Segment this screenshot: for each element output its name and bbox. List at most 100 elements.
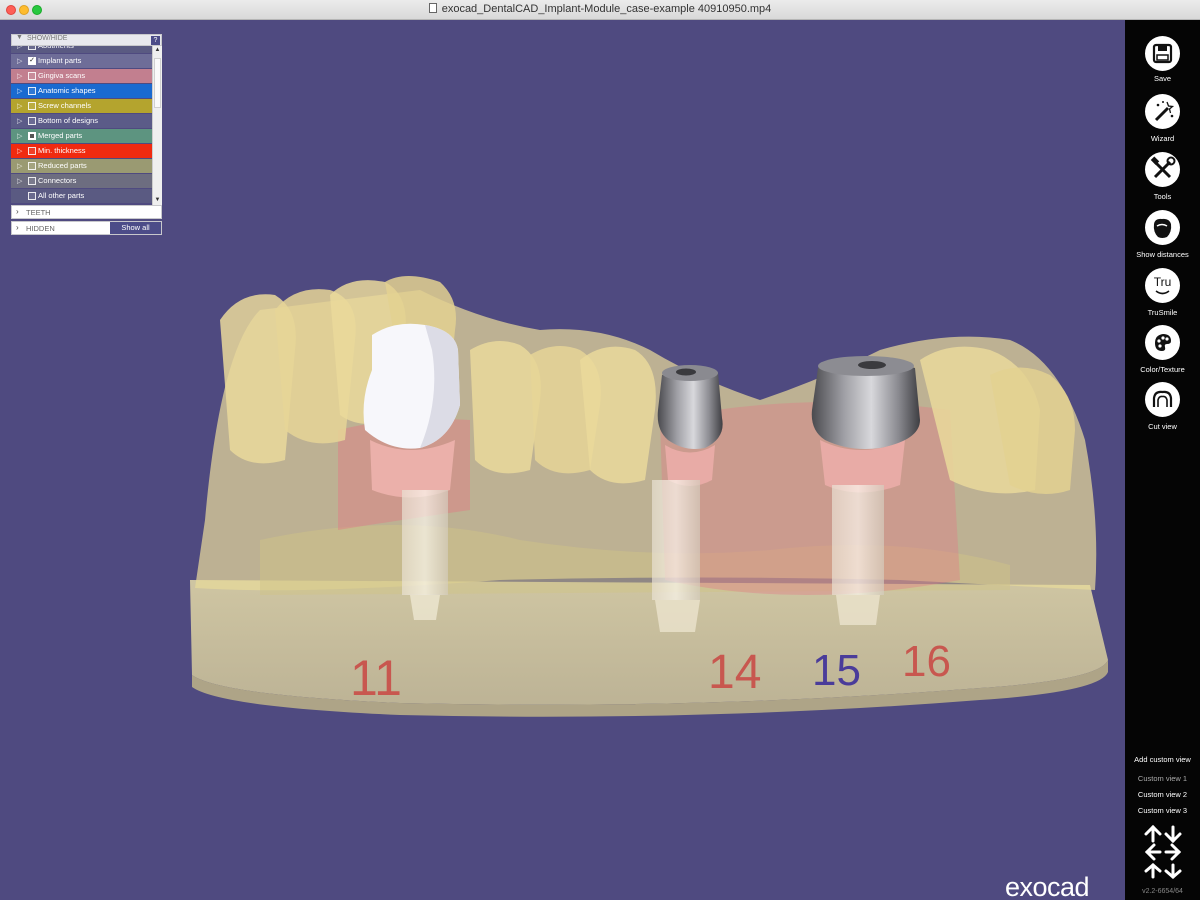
model-base [190,580,1108,705]
show-hide-row-label: Connectors [38,176,77,185]
tilt-down-icon[interactable] [1164,863,1182,879]
show-distances-icon[interactable] [1145,210,1180,245]
panel-scrollbar[interactable]: ▲ ▼ [152,46,162,205]
visibility-checkbox[interactable] [28,192,36,200]
show-hide-row[interactable]: ▷ Gingiva scans [11,69,152,83]
trusmile-icon[interactable]: Tru [1145,268,1180,303]
visibility-checkbox[interactable] [28,162,36,170]
show-hide-row[interactable]: ▷ Bottom of designs [11,114,152,128]
hidden-section-label: HIDDEN [26,224,55,233]
show-hide-row[interactable]: ▷ Reduced parts [11,159,152,173]
expand-arrow-icon[interactable]: ▷ [17,102,22,110]
visibility-checkbox[interactable] [28,72,36,80]
scroll-thumb[interactable] [154,58,161,108]
implant-post-15 [832,485,884,595]
abutment-14-screw-hole [676,368,696,376]
save-label: Save [1153,74,1172,83]
show-hide-row-label: Bottom of designs [38,116,99,125]
scroll-down-icon[interactable]: ▼ [153,196,162,205]
show-hide-row[interactable]: ▷ Connectors [11,174,152,188]
window-title-wrap: exocad_DentalCAD_Implant-Module_case-exa… [0,3,1200,15]
tooth-number-15: 15 [812,646,861,695]
color-texture-label: Color/Texture [1140,365,1185,374]
visibility-checkbox[interactable] [28,102,36,110]
wizard-label: Wizard [1150,134,1175,143]
tools-label: Tools [1153,192,1172,201]
show-hide-row[interactable]: ▷ Anatomic shapes [11,84,152,98]
trusmile-tool[interactable]: Tru TruSmile [1125,268,1200,318]
expand-arrow-icon[interactable]: ▷ [17,162,22,170]
dental-model-scene[interactable]: 11 14 15 16 [0,20,1125,900]
right-toolbar: Save Wizard Tools Show distances Tru Tru… [1125,20,1200,900]
tools-icon[interactable] [1145,152,1180,187]
teeth-section[interactable]: › TEETH [11,205,162,219]
color-texture-tool[interactable]: Color/Texture [1125,325,1200,375]
rotate-up-icon[interactable] [1144,824,1162,843]
show-hide-row[interactable]: ▷ Min. thickness [11,144,152,158]
tools-tool[interactable]: Tools [1125,152,1200,202]
hidden-section[interactable]: › HIDDEN Show all [11,221,162,235]
show-hide-row[interactable]: ▷ Merged parts [11,129,152,143]
custom-view-1-button[interactable]: Custom view 1 [1125,774,1200,783]
show-hide-header[interactable]: ▼ SHOW/HIDE ? [11,34,162,46]
view-navigation-arrows[interactable] [1143,823,1183,881]
visibility-checkbox[interactable] [28,87,36,95]
help-button[interactable]: ? [151,36,160,45]
custom-view-3-button[interactable]: Custom view 3 [1125,806,1200,815]
3d-viewport[interactable]: 11 14 15 16 exocad ▷Abutments▷✓Implant p… [0,20,1125,900]
show-hide-row-label: Screw channels [38,101,91,110]
visibility-checkbox[interactable]: ✓ [28,57,36,65]
implant-thread-14 [655,600,700,632]
show-hide-panel: ▷Abutments▷✓Implant parts▷Gingiva scans▷… [11,34,162,235]
tooth-mid-1 [470,341,541,474]
show-hide-row-label: Anatomic shapes [38,86,96,95]
tooth-number-14: 14 [708,646,761,699]
expand-arrow-icon[interactable]: ▷ [17,57,22,65]
cut-view-icon[interactable] [1145,382,1180,417]
implant-post-14 [652,480,700,600]
show-distances-label: Show distances [1136,250,1189,259]
show-all-button[interactable]: Show all [110,222,161,234]
cut-view-tool[interactable]: Cut view [1125,382,1200,432]
tilt-up-icon[interactable] [1144,863,1162,879]
show-hide-row-label: Gingiva scans [38,71,86,80]
visibility-checkbox[interactable] [28,147,36,155]
expand-arrow-icon[interactable]: ▷ [17,117,22,125]
custom-view-2-button[interactable]: Custom view 2 [1125,790,1200,799]
visibility-checkbox[interactable] [28,117,36,125]
show-hide-row[interactable]: ▷ Screw channels [11,99,152,113]
window-titlebar: exocad_DentalCAD_Implant-Module_case-exa… [0,0,1200,20]
color-palette-icon[interactable] [1145,325,1180,360]
tooth-number-11: 11 [350,650,402,706]
show-hide-row-label: Reduced parts [38,161,87,170]
show-hide-row-label: Implant parts [38,56,82,65]
show-hide-row[interactable]: ▷ ✓ Implant parts [11,54,152,68]
exocad-logo: exocad [1005,872,1090,900]
wizard-wand-icon[interactable] [1145,94,1180,129]
add-custom-view-button[interactable]: Add custom view [1125,755,1200,764]
expand-arrow-icon[interactable]: ▷ [17,132,22,140]
rotate-right-icon[interactable] [1164,843,1182,861]
rotate-left-icon[interactable] [1144,843,1162,861]
show-hide-title: SHOW/HIDE [27,35,68,42]
expand-arrow-icon[interactable]: ▷ [17,147,22,155]
show-hide-row-label: All other parts [38,191,85,200]
visibility-checkbox[interactable] [28,132,36,140]
expand-arrow-icon[interactable]: ▷ [17,72,22,80]
rotate-down-icon[interactable] [1164,825,1182,844]
implant-thread-11 [410,595,440,620]
abutment-15-screw-hole [858,361,886,369]
show-hide-row[interactable]: All other parts [11,189,152,203]
scroll-up-icon[interactable]: ▲ [153,46,162,55]
tooth-number-16: 16 [902,637,951,686]
trusmile-label: TruSmile [1147,308,1178,317]
abutment-14 [657,369,723,449]
save-tool[interactable]: Save [1125,36,1200,86]
visibility-checkbox[interactable] [28,177,36,185]
tooth-mid-3 [580,346,656,484]
expand-arrow-icon[interactable]: ▷ [17,87,22,95]
expand-arrow-icon[interactable]: ▷ [17,177,22,185]
show-distances-tool[interactable]: Show distances [1125,210,1200,260]
save-icon[interactable] [1145,36,1180,71]
wizard-tool[interactable]: Wizard [1125,94,1200,144]
